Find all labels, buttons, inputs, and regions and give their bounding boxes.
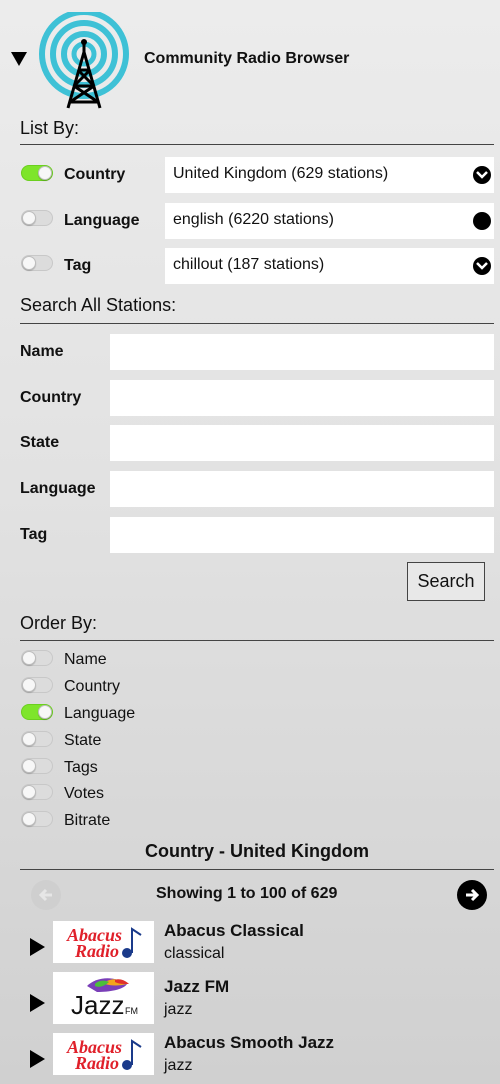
state-label: State xyxy=(20,434,60,451)
toggle-order-language[interactable] xyxy=(21,704,53,720)
order-country-label: Country xyxy=(64,678,121,695)
play-icon[interactable] xyxy=(30,938,45,956)
list-by-tag-label: Tag xyxy=(64,257,92,274)
tag-input[interactable] xyxy=(110,517,494,553)
svg-text:Radio: Radio xyxy=(74,941,119,961)
language-select-value: english (6220 stations) xyxy=(173,211,334,228)
toggle-order-name[interactable] xyxy=(21,650,53,666)
country-select[interactable]: United Kingdom (629 stations) xyxy=(165,157,494,193)
order-by-heading: Order By: xyxy=(20,613,98,633)
chevron-circle-icon xyxy=(473,257,491,275)
station-name: Jazz FM xyxy=(164,977,230,996)
toggle-list-by-language[interactable] xyxy=(21,210,53,226)
divider xyxy=(20,869,494,870)
collapse-arrow-icon[interactable] xyxy=(11,52,27,66)
station-row[interactable]: Jazz FM Jazz FM jazz xyxy=(0,972,500,1031)
results-title: Country - United Kingdom xyxy=(145,841,369,861)
jazz-fm-logo: Jazz FM xyxy=(71,978,138,1020)
list-by-language-label: Language xyxy=(64,212,140,229)
order-bitrate-label: Bitrate xyxy=(64,812,111,829)
station-logo: Abacus Radio xyxy=(53,1033,154,1075)
state-input[interactable] xyxy=(110,425,494,461)
arrow-right-icon xyxy=(466,888,480,902)
toggle-order-votes[interactable] xyxy=(21,784,53,800)
list-by-heading: List By: xyxy=(20,118,80,138)
app-title: Community Radio Browser xyxy=(144,50,350,67)
arrow-left-icon xyxy=(38,888,52,902)
order-state-label: State xyxy=(64,732,102,749)
pagination-status: Showing 1 to 100 of 629 xyxy=(156,885,338,902)
app-header: Community Radio Browser xyxy=(0,0,500,118)
station-name: Abacus Smooth Jazz xyxy=(164,1033,335,1052)
tag-select[interactable]: chillout (187 stations) xyxy=(165,248,494,284)
station-logo: Jazz FM xyxy=(53,972,154,1024)
tag-select-value: chillout (187 stations) xyxy=(173,256,325,273)
prev-page-button[interactable] xyxy=(31,880,61,910)
abacus-radio-logo: Abacus Radio xyxy=(66,1037,142,1073)
station-row[interactable]: Abacus Radio Abacus Smooth Jazz jazz xyxy=(0,1033,500,1084)
search-button[interactable]: Search xyxy=(407,562,485,601)
country-select-value: United Kingdom (629 stations) xyxy=(173,165,389,182)
language-input[interactable] xyxy=(110,471,494,507)
toggle-order-country[interactable] xyxy=(21,677,53,693)
station-name: Abacus Classical xyxy=(164,921,304,940)
toggle-list-by-country[interactable] xyxy=(21,165,53,181)
station-row[interactable]: Abacus Radio Abacus Classical classical xyxy=(0,921,500,975)
toggle-order-tags[interactable] xyxy=(21,758,53,774)
country-input[interactable] xyxy=(110,380,494,416)
order-tags-label: Tags xyxy=(64,759,98,776)
order-name-label: Name xyxy=(64,651,107,668)
list-by-country-label: Country xyxy=(64,166,126,183)
divider xyxy=(20,144,494,145)
language-label: Language xyxy=(20,480,96,497)
play-icon[interactable] xyxy=(30,1050,45,1068)
divider xyxy=(20,640,494,641)
chevron-circle-icon xyxy=(473,166,491,184)
country-label: Country xyxy=(20,389,82,406)
name-label: Name xyxy=(20,343,64,360)
dot-icon xyxy=(473,212,491,230)
toggle-order-state[interactable] xyxy=(21,731,53,747)
station-tag: classical xyxy=(164,945,225,962)
station-tag: jazz xyxy=(164,1057,193,1074)
station-tag: jazz xyxy=(164,1001,193,1018)
svg-text:Jazz: Jazz xyxy=(71,990,124,1020)
abacus-radio-logo: Abacus Radio xyxy=(66,925,142,961)
play-icon[interactable] xyxy=(30,994,45,1012)
order-votes-label: Votes xyxy=(64,785,105,802)
station-logo: Abacus Radio xyxy=(53,921,154,963)
next-page-button[interactable] xyxy=(457,880,487,910)
svg-text:FM: FM xyxy=(125,1006,138,1016)
toggle-list-by-tag[interactable] xyxy=(21,255,53,271)
divider xyxy=(20,323,494,324)
search-heading: Search All Stations: xyxy=(20,295,177,315)
svg-text:Radio: Radio xyxy=(74,1053,119,1073)
toggle-order-bitrate[interactable] xyxy=(21,811,53,827)
radio-tower-icon xyxy=(39,12,129,109)
tag-label: Tag xyxy=(20,526,48,543)
order-language-label: Language xyxy=(64,705,136,722)
language-select[interactable]: english (6220 stations) xyxy=(165,203,494,239)
name-input[interactable] xyxy=(110,334,494,370)
